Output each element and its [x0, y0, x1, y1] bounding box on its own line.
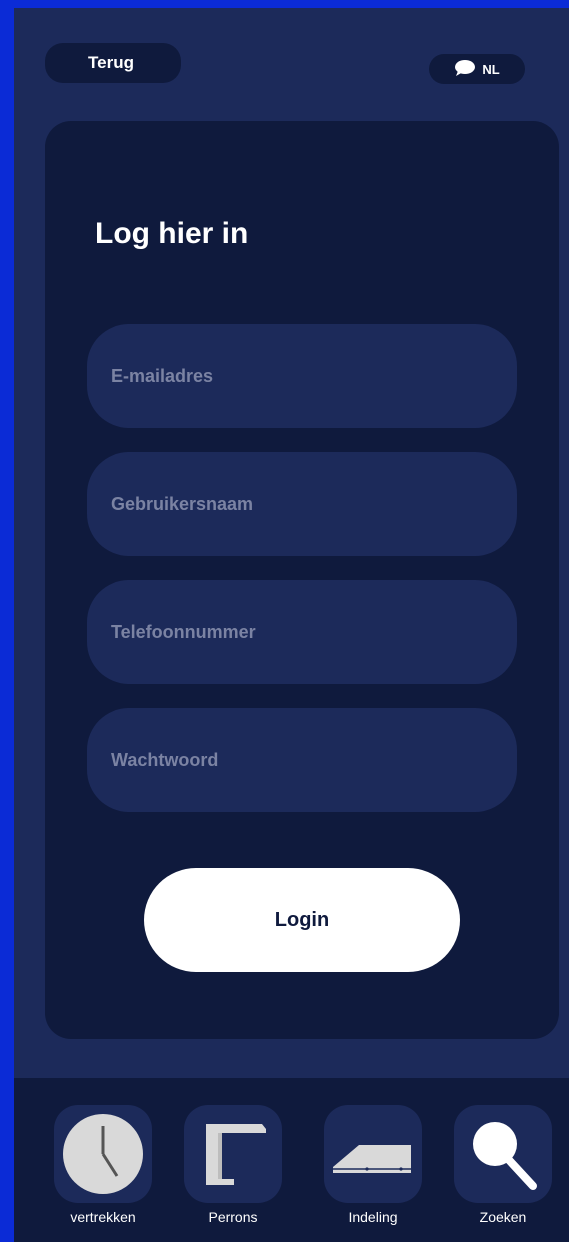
username-field[interactable]: [87, 452, 517, 556]
search-icon: [454, 1105, 552, 1203]
email-field[interactable]: [87, 324, 517, 428]
clock-icon: [54, 1105, 152, 1203]
bottom-nav: vertrekken Perrons Indeling Zoeken: [14, 1078, 569, 1242]
platform-icon: [184, 1105, 282, 1203]
nav-label-perrons: Perrons: [208, 1209, 258, 1225]
language-button[interactable]: NL: [429, 54, 525, 84]
nav-item-perrons[interactable]: Perrons: [184, 1105, 282, 1225]
nav-label-indeling: Indeling: [348, 1209, 398, 1225]
nav-item-indeling[interactable]: Indeling: [324, 1105, 422, 1225]
chat-bubble-icon: [454, 59, 476, 80]
back-button-label: Terug: [88, 53, 134, 72]
login-card: Log hier in Login: [45, 121, 559, 1039]
app-screen: Terug NL Log hier in Login: [14, 8, 569, 1242]
phone-field[interactable]: [87, 580, 517, 684]
language-label: NL: [482, 61, 500, 77]
back-button[interactable]: Terug: [45, 43, 181, 83]
nav-item-vertrekken[interactable]: vertrekken: [54, 1105, 152, 1225]
login-button-label: Login: [274, 908, 330, 931]
page-title: Log hier in: [95, 217, 249, 250]
train-icon: [324, 1105, 422, 1203]
login-button[interactable]: Login: [144, 868, 460, 972]
password-field[interactable]: [87, 708, 517, 812]
nav-item-zoeken[interactable]: Zoeken: [454, 1105, 552, 1225]
nav-label-vertrekken: vertrekken: [70, 1209, 136, 1225]
left-edge: [0, 0, 14, 1242]
nav-label-zoeken: Zoeken: [479, 1209, 527, 1225]
